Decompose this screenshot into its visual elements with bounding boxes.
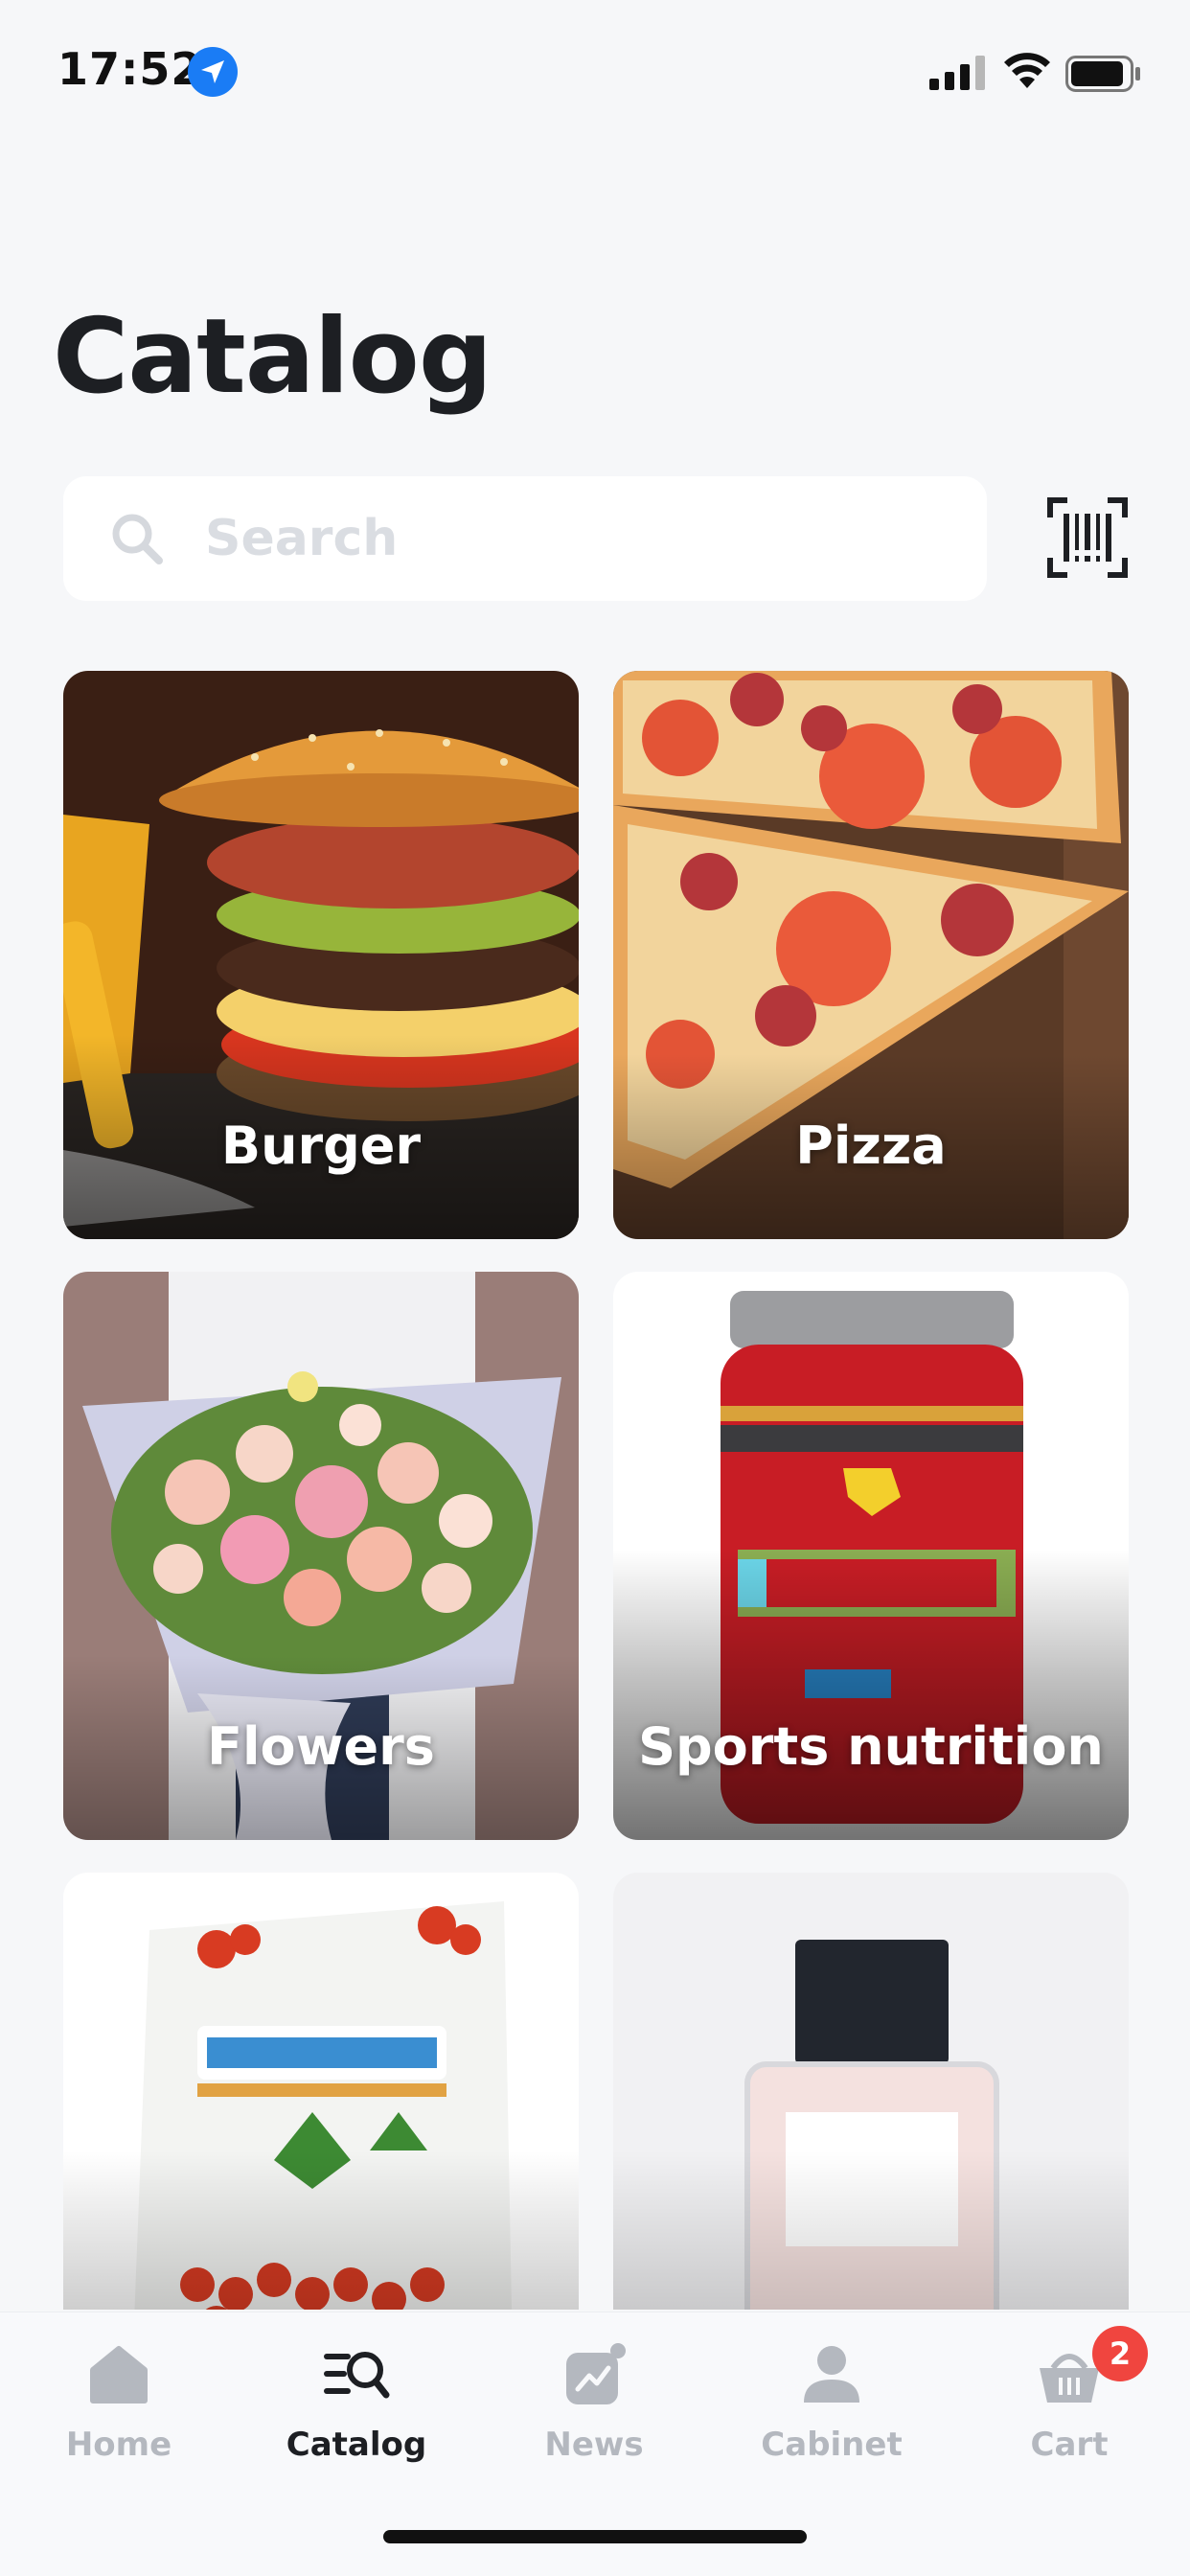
category-label: Burger [220, 1116, 422, 1176]
nav-label: News [544, 2426, 644, 2464]
nav-label: Cart [1030, 2426, 1109, 2464]
category-label: Sports nutrition [638, 1716, 1104, 1777]
wifi-icon [1004, 53, 1050, 88]
sweetener-package-image [63, 1873, 579, 2310]
status-bar: 17:52 [0, 0, 1190, 144]
category-card-pizza[interactable]: Pizza [613, 671, 1129, 1239]
location-arrow-icon [188, 47, 238, 97]
category-card-flowers[interactable]: Flowers [63, 1272, 579, 1840]
nav-item-home[interactable]: Home [0, 2312, 238, 2495]
cart-count-badge: 2 [1092, 2326, 1148, 2381]
nav-label: Cabinet [761, 2426, 903, 2464]
category-grid: Burger Pizza Flowers Sports nutrition [63, 671, 1129, 2310]
status-time: 17:52 [57, 43, 203, 95]
perfume-bottle-image [613, 1873, 1129, 2310]
cellular-signal-icon [929, 56, 985, 90]
home-indicator[interactable] [383, 2530, 807, 2543]
category-card-perfume[interactable] [613, 1873, 1129, 2310]
category-card-sports-nutrition[interactable]: Sports nutrition [613, 1272, 1129, 1840]
catalog-search-icon [324, 2352, 390, 2399]
nav-item-cart[interactable]: Cart [950, 2312, 1188, 2495]
category-card-sweetener[interactable] [63, 1873, 579, 2310]
user-icon [804, 2346, 859, 2403]
nav-label: Home [65, 2426, 172, 2464]
category-label: Flowers [207, 1716, 435, 1777]
search-bar[interactable] [63, 476, 987, 601]
search-icon [112, 514, 163, 564]
news-icon [566, 2343, 626, 2404]
barcode-scan-icon[interactable] [1046, 496, 1129, 579]
nav-item-cabinet[interactable]: Cabinet [713, 2312, 950, 2495]
category-card-burger[interactable]: Burger [63, 671, 579, 1239]
home-icon [90, 2346, 148, 2404]
nav-label: Catalog [286, 2426, 427, 2464]
nav-item-news[interactable]: News [475, 2312, 713, 2495]
category-label: Pizza [795, 1116, 947, 1176]
battery-icon [1065, 56, 1140, 92]
nav-item-catalog[interactable]: Catalog [238, 2312, 475, 2495]
page-title: Catalog [53, 297, 492, 417]
search-input[interactable] [205, 505, 952, 572]
